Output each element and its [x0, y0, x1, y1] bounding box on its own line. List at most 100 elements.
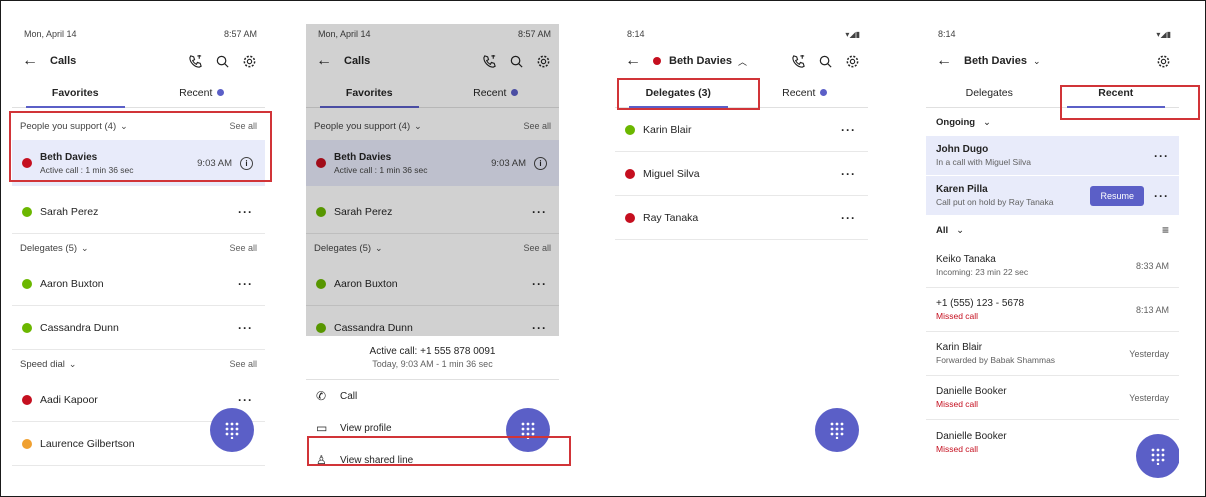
person-icon: ♙	[316, 453, 327, 467]
see-all-link[interactable]: See all	[229, 243, 257, 253]
tab-delegates[interactable]: Delegates (3)	[615, 78, 742, 108]
page-title[interactable]: Beth Davies	[964, 55, 1027, 67]
more-options-icon[interactable]: ···	[238, 321, 253, 335]
section-label: People you support (4)	[314, 120, 411, 132]
filter-icon[interactable]: ≡	[1162, 223, 1169, 237]
tab-recent[interactable]: Recent	[742, 78, 869, 107]
resume-button[interactable]: Resume	[1090, 185, 1144, 206]
search-icon[interactable]	[818, 54, 833, 69]
tab-recent[interactable]: Recent	[139, 78, 266, 107]
back-arrow-icon[interactable]: ←	[316, 52, 344, 70]
info-icon[interactable]: i	[534, 156, 547, 170]
gear-icon[interactable]	[845, 54, 860, 69]
call-status: Call put on hold by Ray Tanaka	[936, 197, 1054, 207]
dialpad-call-icon[interactable]	[791, 54, 806, 69]
call-status: In a call with Miguel Silva	[936, 157, 1031, 167]
search-icon[interactable]	[215, 54, 230, 69]
dialpad-button[interactable]	[210, 408, 254, 452]
busy-presence-icon	[625, 212, 635, 223]
dialpad-button[interactable]	[815, 408, 859, 452]
more-options-icon[interactable]: ···	[532, 321, 547, 335]
contact-name: Karen Pilla	[936, 184, 988, 195]
available-presence-icon	[22, 206, 32, 217]
tab-recent[interactable]: Recent	[1053, 78, 1180, 108]
more-options-icon[interactable]: ···	[238, 393, 253, 407]
tab-recent[interactable]: Recent	[433, 78, 560, 107]
tab-favorites[interactable]: Favorites	[306, 78, 433, 108]
section-label: Delegates (5)	[314, 242, 372, 254]
dialpad-button[interactable]	[506, 408, 550, 452]
chevron-down-icon[interactable]: ⌄	[1033, 56, 1156, 67]
more-options-icon[interactable]: ···	[841, 167, 856, 181]
list-item[interactable]: Miguel Silva ···	[615, 152, 868, 196]
section-delegates[interactable]: Delegates (5) ⌄ See all	[306, 234, 559, 262]
filter-dropdown[interactable]: All ⌄	[936, 225, 964, 236]
available-presence-icon	[625, 124, 635, 135]
see-all-link[interactable]: See all	[523, 243, 551, 253]
list-item[interactable]: +1 (555) 123 - 5678 Missed call 8:13 AM	[926, 288, 1179, 332]
list-item[interactable]: Karin Blair ···	[615, 108, 868, 152]
active-call-row[interactable]: Beth Davies Active call : 1 min 36 sec 9…	[12, 140, 265, 186]
ongoing-call-row[interactable]: John Dugo In a call with Miguel Silva ··…	[926, 136, 1179, 176]
list-item[interactable]: Aaron Buxton ···	[12, 262, 265, 306]
back-arrow-icon[interactable]: ←	[625, 52, 653, 70]
dialpad-button[interactable]	[1136, 434, 1179, 478]
list-item[interactable]: Danielle Booker Missed call Yesterday	[926, 376, 1179, 420]
more-options-icon[interactable]: ···	[238, 277, 253, 291]
calls-screen-favorites: Mon, April 14 8:57 AM ← Calls Favorites …	[12, 24, 265, 489]
status-time: 8:14	[938, 29, 956, 39]
call-action[interactable]: ✆ Call	[306, 380, 559, 412]
see-all-link[interactable]: See all	[229, 359, 257, 369]
more-options-icon[interactable]: ···	[532, 277, 547, 291]
more-options-icon[interactable]: ···	[841, 211, 856, 225]
list-item[interactable]: Cassandra Dunn ···	[12, 306, 265, 350]
chevron-down-icon: ⌄	[414, 120, 422, 131]
app-header: ← Calls	[306, 44, 559, 78]
section-label: Speed dial	[20, 358, 65, 370]
dialpad-icon	[225, 422, 239, 439]
active-call-status: Active call : 1 min 36 sec	[334, 164, 428, 175]
section-people-you-support[interactable]: People you support (4) ⌄ See all	[12, 112, 265, 140]
dialpad-call-icon[interactable]	[482, 54, 497, 69]
section-delegates[interactable]: Delegates (5) ⌄ See all	[12, 234, 265, 262]
back-arrow-icon[interactable]: ←	[936, 52, 964, 70]
tab-bar: Delegates Recent	[926, 78, 1179, 108]
see-all-link[interactable]: See all	[523, 121, 551, 131]
section-speed-dial[interactable]: Speed dial ⌄ See all	[12, 350, 265, 378]
list-item[interactable]: Sarah Perez ···	[306, 190, 559, 234]
see-all-link[interactable]: See all	[229, 121, 257, 131]
tab-favorites[interactable]: Favorites	[12, 78, 139, 108]
chevron-down-icon: ⌄	[81, 242, 89, 253]
search-icon[interactable]	[509, 54, 524, 69]
dialpad-call-icon[interactable]	[188, 54, 203, 69]
dialpad-icon	[1151, 448, 1165, 465]
tab-bar: Favorites Recent	[306, 78, 559, 108]
call-detail: Missed call	[936, 399, 979, 409]
more-options-icon[interactable]: ···	[1154, 189, 1169, 203]
list-item[interactable]: Sarah Perez ···	[12, 190, 265, 234]
active-call-row[interactable]: Beth Davies Active call : 1 min 36 sec 9…	[306, 140, 559, 186]
gear-icon[interactable]	[536, 54, 551, 69]
list-item[interactable]: Keiko Tanaka Incoming: 23 min 22 sec 8:33…	[926, 244, 1179, 288]
more-options-icon[interactable]: ···	[1154, 149, 1169, 163]
list-item[interactable]: Karin Blair Forwarded by Babak Shammas Ye…	[926, 332, 1179, 376]
chevron-up-icon[interactable]: ︿	[738, 55, 791, 68]
more-options-icon[interactable]: ···	[841, 123, 856, 137]
list-item[interactable]: Ray Tanaka ···	[615, 196, 868, 240]
more-options-icon[interactable]: ···	[532, 205, 547, 219]
gear-icon[interactable]	[1156, 54, 1171, 69]
page-title[interactable]: Beth Davies	[669, 55, 732, 67]
action-label: Call	[340, 390, 358, 402]
back-arrow-icon[interactable]: ←	[22, 52, 50, 70]
more-options-icon[interactable]: ···	[238, 205, 253, 219]
section-people-you-support[interactable]: People you support (4) ⌄ See all	[306, 112, 559, 140]
ongoing-section[interactable]: Ongoing ⌄	[926, 108, 1179, 136]
gear-icon[interactable]	[242, 54, 257, 69]
list-item[interactable]: Aaron Buxton ···	[306, 262, 559, 306]
available-presence-icon	[316, 206, 326, 217]
on-hold-call-row[interactable]: Karen Pilla Call put on hold by Ray Tana…	[926, 176, 1179, 216]
tab-delegates[interactable]: Delegates	[926, 78, 1053, 107]
app-header: ← Beth Davies ︿	[615, 44, 868, 78]
dialpad-icon	[521, 422, 535, 439]
info-icon[interactable]: i	[240, 156, 253, 170]
